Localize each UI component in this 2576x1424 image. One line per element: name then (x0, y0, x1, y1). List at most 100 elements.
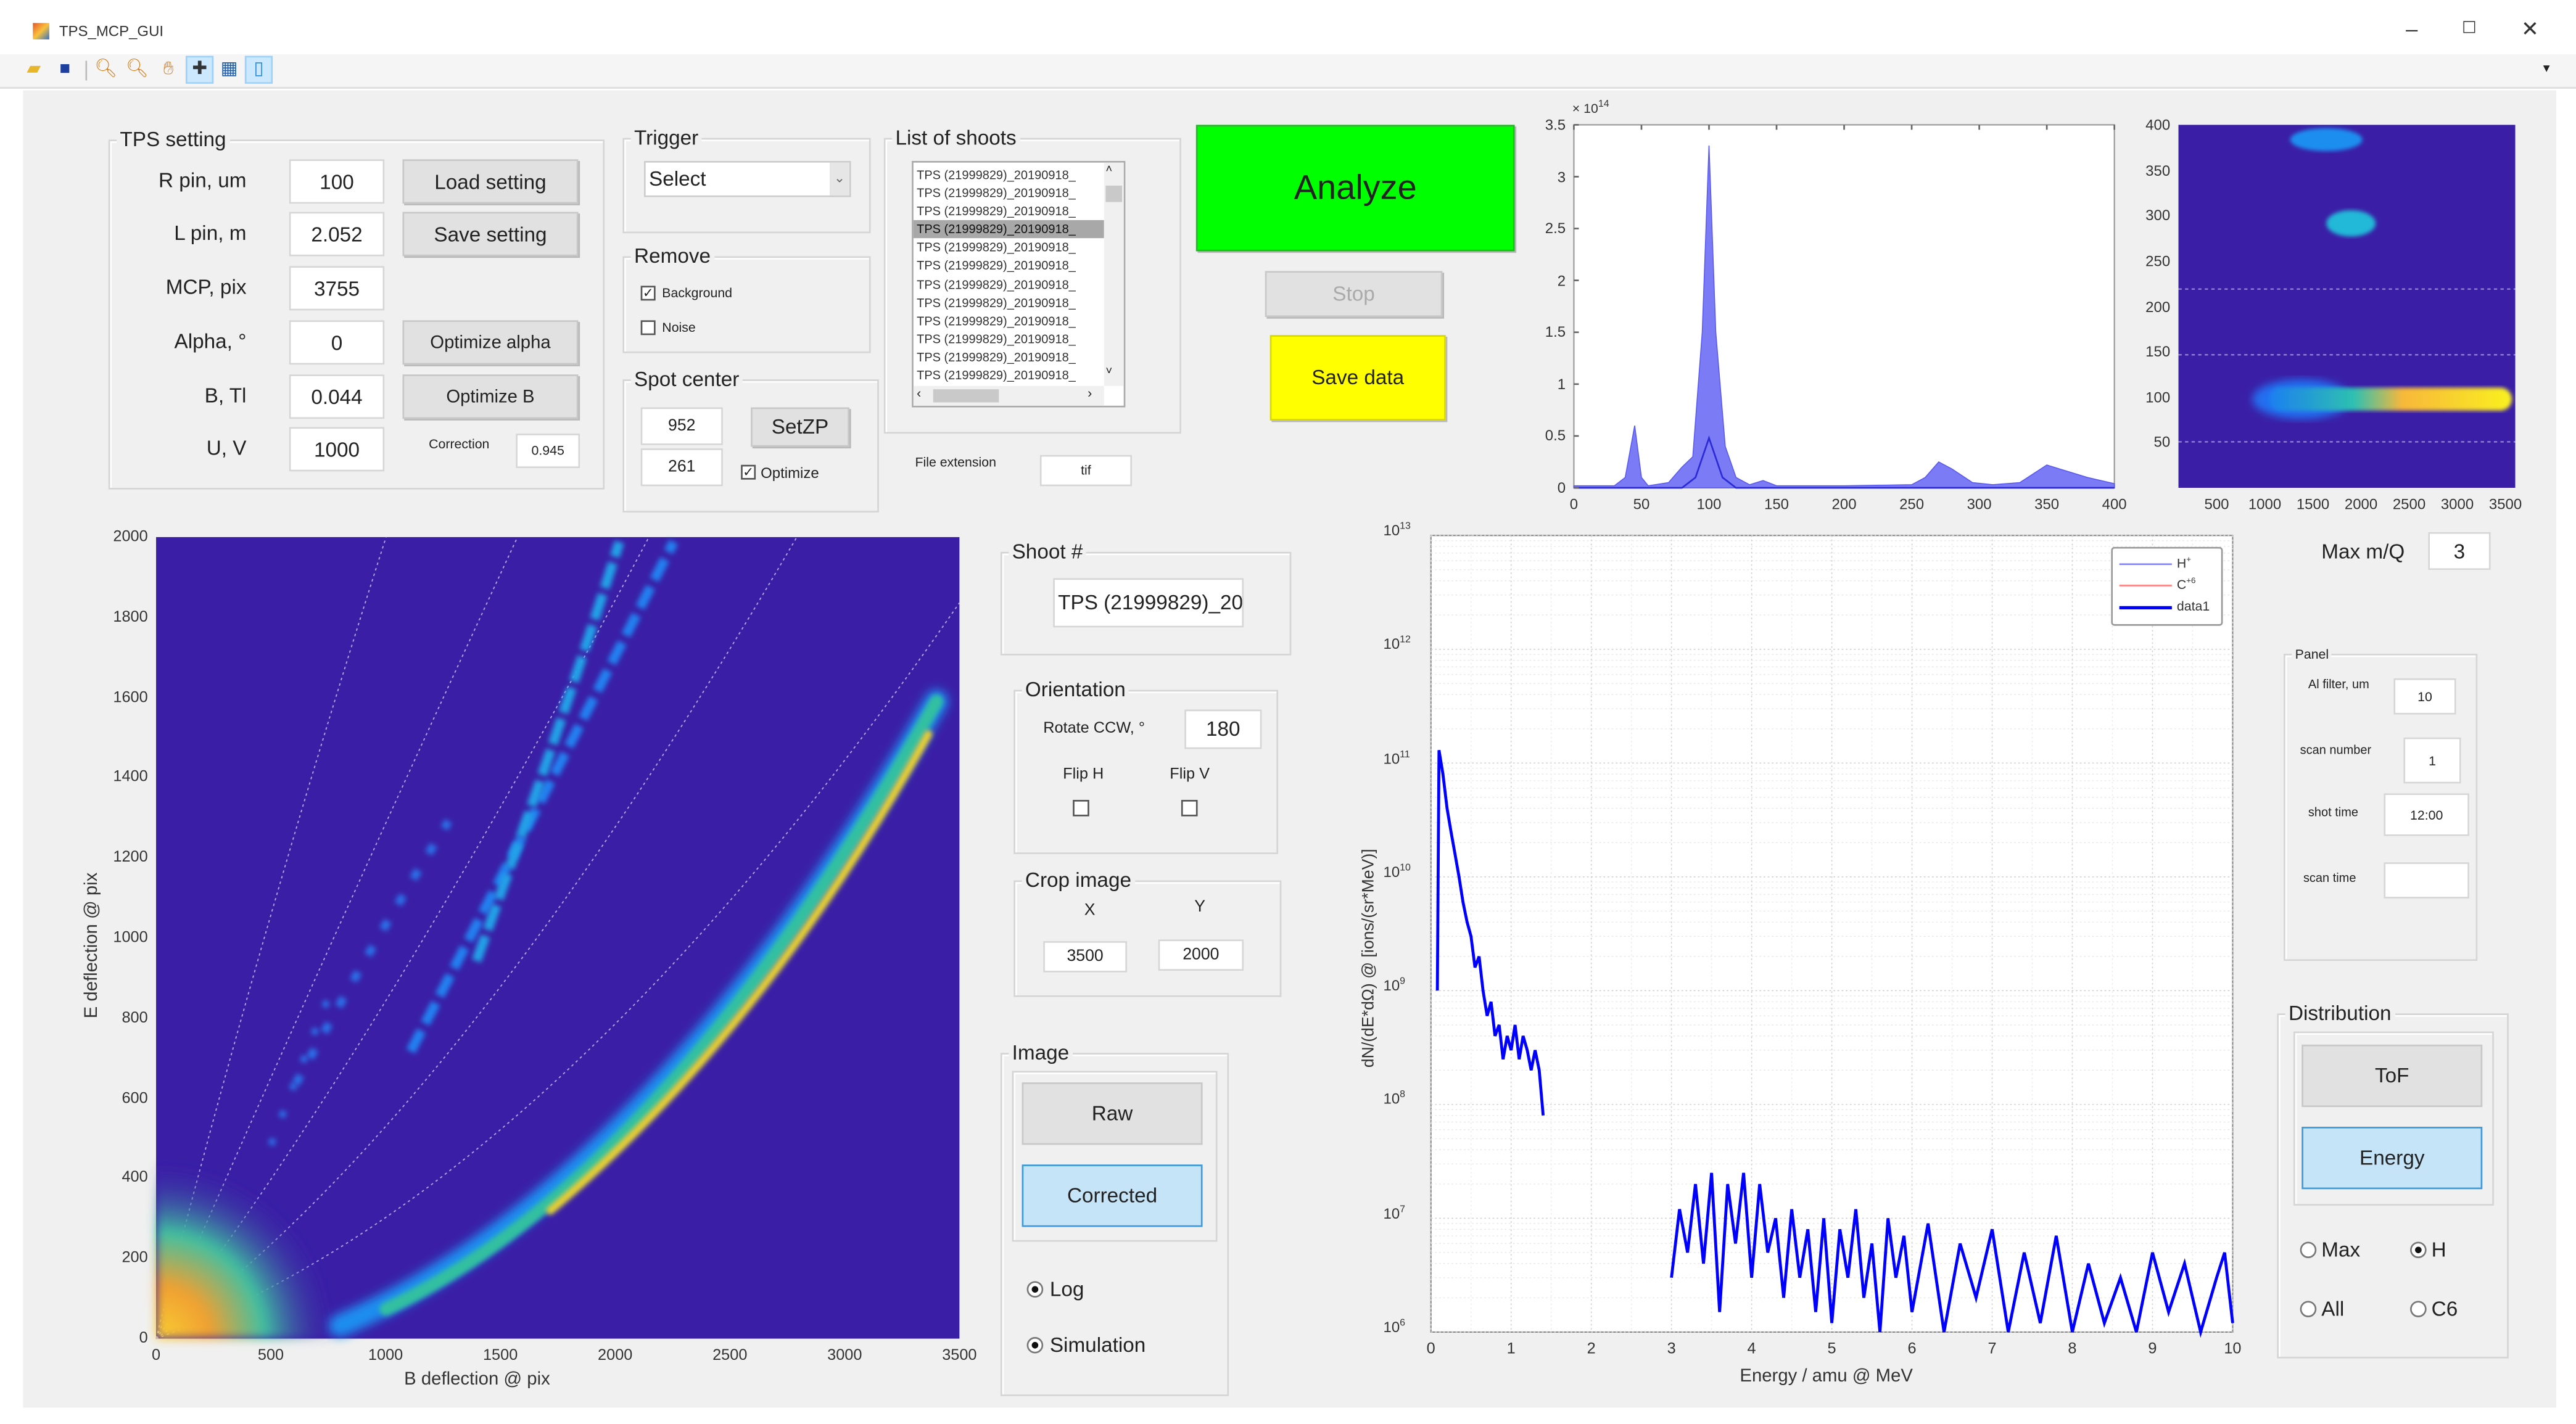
open-file-icon[interactable]: ▰ (22, 57, 46, 82)
setting-input[interactable]: 0.044 (289, 374, 385, 419)
shoot-number-input[interactable]: TPS (21999829)_20 (1053, 578, 1244, 628)
flip-h-checkbox[interactable] (1073, 800, 1089, 817)
al-filter-input[interactable]: 10 (2393, 678, 2456, 715)
y-tick-exponent: 6 (1400, 1319, 1406, 1329)
energy-spectrum-plot[interactable] (1430, 535, 2234, 1338)
y-tick-label: 2000 (113, 528, 148, 546)
scrollbar-thumb[interactable] (933, 389, 999, 403)
corrected-button[interactable]: Corrected (1022, 1164, 1203, 1227)
toolbar-overflow-icon[interactable]: ▾ (2543, 61, 2550, 76)
setting-label: B, Tl (204, 384, 247, 408)
data-cursor-icon[interactable]: ✚ (185, 56, 214, 84)
scrollbar-thumb[interactable] (1105, 185, 1123, 202)
close-button[interactable]: ✕ (2514, 17, 2546, 43)
raw-button[interactable]: Raw (1022, 1082, 1203, 1145)
y-tick-label: 0 (139, 1329, 148, 1348)
pan-icon[interactable]: ✋︎ (156, 57, 181, 82)
shoot-list-item[interactable]: TPS (21999829)_20190918_ (914, 294, 1104, 312)
scan-number-input[interactable]: 1 (2403, 737, 2461, 784)
save-setting-button[interactable]: Save setting (402, 212, 579, 257)
shoot-list-item[interactable]: TPS (21999829)_20190918_ (914, 275, 1104, 294)
shoots-listbox[interactable]: TPS (21999829)_20190918_ TPS (21999829)_2… (912, 161, 1126, 408)
x-tick-label: 5 (1827, 1340, 1836, 1359)
zoom-in-icon[interactable]: 🔍︎ (94, 57, 118, 82)
max-radio[interactable] (2300, 1241, 2317, 1259)
mq-image-plot[interactable] (2178, 125, 2516, 488)
setting-input[interactable]: 100 (289, 159, 385, 204)
legend[interactable]: H+ C+6 data1 (2111, 546, 2223, 626)
log-radio[interactable] (1026, 1281, 1044, 1298)
tof-button[interactable]: ToF (2301, 1044, 2483, 1108)
save-data-button[interactable]: Save data (1269, 335, 1446, 421)
background-checkbox[interactable]: ✓ (640, 286, 656, 301)
all-radio[interactable] (2300, 1301, 2317, 1317)
insert-colorbar-icon[interactable]: ▦ (217, 57, 242, 82)
simulation-radio[interactable] (1026, 1336, 1044, 1354)
y-axis-label: dN/(dE*dΩ) @ [ions/(sr*MeV)] (1360, 849, 1379, 1068)
zoom-out-icon[interactable]: 🔍︎ (125, 57, 149, 82)
setting-input[interactable]: 3755 (289, 266, 385, 311)
shoot-list-item[interactable]: TPS (21999829)_20190918_ (914, 184, 1104, 203)
spot-x-input[interactable]: 952 (640, 407, 723, 445)
correction-input[interactable]: 0.945 (516, 434, 580, 469)
shoot-list-item[interactable]: TPS (21999829)_20190918_ (914, 239, 1104, 257)
minimize-button[interactable]: – (2395, 17, 2428, 41)
trigger-select[interactable]: Select ⌄ (644, 161, 851, 197)
y-tick-exponent: 9 (1400, 977, 1406, 988)
spot-y-input[interactable]: 261 (640, 448, 723, 487)
x-tick-label: 1 (1506, 1340, 1516, 1359)
flip-v-checkbox[interactable] (1181, 800, 1198, 817)
legend-swatch (2119, 585, 2172, 587)
energy-button[interactable]: Energy (2301, 1127, 2483, 1190)
x-tick-label: 200 (1831, 496, 1857, 512)
setting-input[interactable]: 0 (289, 320, 385, 365)
noise-checkbox[interactable] (640, 320, 656, 335)
legend-item[interactable]: C+6 (2119, 577, 2218, 596)
scan-time-input[interactable] (2384, 862, 2469, 899)
setting-input[interactable]: 1000 (289, 427, 385, 472)
insert-legend-icon[interactable]: ▯ (244, 56, 273, 84)
setting-input[interactable]: 2.052 (289, 212, 385, 257)
setzp-button[interactable]: SetZP (751, 407, 849, 447)
crop-y-input[interactable]: 2000 (1158, 939, 1244, 971)
y-tick-label: 400 (122, 1169, 148, 1188)
optimize-b-button[interactable]: Optimize B (402, 374, 579, 419)
legend-item[interactable]: data1 (2119, 598, 2218, 617)
load-setting-button[interactable]: Load setting (402, 159, 579, 204)
scroll-right-icon[interactable]: › (1088, 386, 1092, 401)
max-mq-input[interactable]: 3 (2428, 532, 2491, 570)
optimize-checkbox[interactable]: ✓ (741, 464, 756, 480)
shoot-list-item[interactable]: TPS (21999829)_20190918_ (914, 202, 1104, 221)
crop-x-input[interactable]: 3500 (1043, 941, 1128, 973)
setting-label: U, V (206, 437, 247, 460)
scroll-left-icon[interactable]: ‹ (917, 386, 921, 401)
maximize-button[interactable]: ☐ (2453, 20, 2485, 38)
c6-radio[interactable] (2410, 1301, 2427, 1317)
scroll-down-icon[interactable]: ˅ (1105, 366, 1112, 378)
scroll-up-icon[interactable]: ˄ (1105, 164, 1112, 176)
histogram-plot[interactable] (1573, 124, 2115, 489)
vertical-scrollbar[interactable]: ˄ ˅ (1104, 162, 1124, 386)
shoot-list-item[interactable]: TPS (21999829)_20190918_ (914, 366, 1104, 385)
rotate-input[interactable]: 180 (1184, 709, 1262, 749)
shoot-list-item[interactable]: TPS (21999829)_20190918_ (913, 220, 1104, 239)
optimize-alpha-button[interactable]: Optimize alpha (402, 320, 579, 365)
analyze-button[interactable]: Analyze (1195, 125, 1515, 252)
flip-v-label: Flip V (1170, 765, 1210, 784)
y-tick-base: 10 (1383, 1319, 1400, 1336)
tps-image-plot[interactable] (155, 537, 960, 1340)
stop-button[interactable]: Stop (1265, 271, 1443, 318)
shoot-list-item[interactable]: TPS (21999829)_20190918_ (914, 330, 1104, 348)
shoot-list-item[interactable]: TPS (21999829)_20190918_ (914, 348, 1104, 366)
x-tick-label: 400 (2102, 496, 2127, 512)
legend-item[interactable]: H+ (2119, 555, 2218, 575)
shoot-list-item[interactable]: TPS (21999829)_20190918_ (914, 311, 1104, 330)
save-icon[interactable]: ■ (52, 57, 77, 82)
shot-time-input[interactable]: 12:00 (2384, 793, 2469, 836)
shoot-list-item[interactable]: TPS (21999829)_20190918_ (914, 257, 1104, 276)
y-tick-label: 1400 (113, 768, 148, 787)
horizontal-scrollbar[interactable]: ‹ › (913, 385, 1104, 406)
shoot-list-item[interactable]: TPS (21999829)_20190918_ (914, 166, 1104, 184)
file-extension-input[interactable]: tif (1039, 455, 1133, 487)
h-radio[interactable] (2410, 1241, 2427, 1259)
